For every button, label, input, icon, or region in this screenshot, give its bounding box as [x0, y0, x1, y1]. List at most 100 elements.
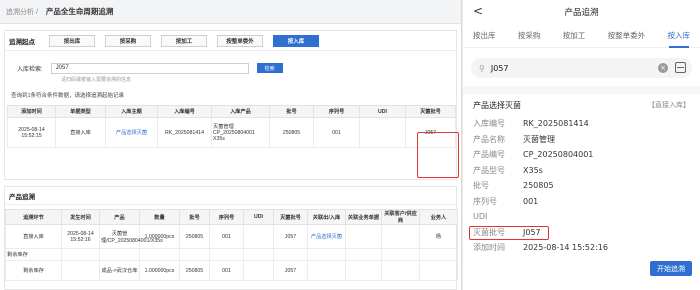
back-icon[interactable]: <: [473, 4, 483, 18]
field-label: 产品型号: [473, 165, 505, 175]
cell-udi: [243, 224, 274, 249]
col-batch: 批号: [179, 209, 210, 225]
top-bar: 追溯分析 / 产品全生命周期追溯: [0, 0, 461, 24]
field-steril-batch: 灭菌批号 J057: [463, 225, 700, 241]
cell-batch: 250805: [179, 260, 210, 281]
field-value: 2025-08-14 15:52:16: [523, 243, 608, 253]
search-button[interactable]: 检索: [256, 63, 283, 73]
mode-button-outbound[interactable]: 按出库: [49, 34, 95, 47]
cell-product: 灭菌管理 CP_20250804001 X35s: [211, 117, 270, 148]
trace-result-block: 产品追溯 追溯环节 发生时间 产品 数量 批号 序列号 UDI 灭菌批号 关联出…: [4, 186, 458, 290]
result-card-title[interactable]: 产品选择灭菌 【直接入库】: [463, 94, 700, 116]
search-row: 入库检索: J057 检索: [5, 61, 456, 75]
field-value: CP_20250804001: [523, 150, 594, 160]
search-label: 入库检索:: [17, 66, 43, 73]
col-product: 入库产品: [211, 105, 270, 118]
trace-start-block: 追溯起点 按出库 按采购 按加工 按整单委外 按入库 入库检索: J057 检索…: [4, 30, 459, 180]
cell-stage: 直接入库: [5, 224, 62, 249]
mobile-panel: < 产品追溯 按出库 按采购 按加工 按整单委外 按入库 ⚲ J057 × 产品…: [463, 0, 700, 290]
tab-outsourcing[interactable]: 按整单委外: [608, 24, 646, 48]
cell-time: [61, 260, 100, 281]
col-serial: 序列号: [313, 105, 360, 118]
col-operator: 业务人: [419, 209, 458, 225]
cell-qty: 1.000000pcs: [139, 224, 180, 249]
trace-start-header: 追溯起点 按出库 按采购 按加工 按整单委外 按入库: [5, 31, 456, 51]
field-label: 产品名称: [473, 134, 505, 144]
mode-button-inbound[interactable]: 按入库: [273, 34, 319, 47]
cell-time: 2025-08-14 15:52:16: [61, 224, 100, 249]
col-udi: UDI: [359, 105, 406, 118]
mode-button-purchase[interactable]: 按采购: [105, 34, 151, 47]
search-input[interactable]: J057: [50, 62, 249, 74]
field-batch: 批号 250805: [463, 178, 700, 194]
trace-result-title: 产品追溯: [5, 187, 456, 205]
col-time: 发生时间: [61, 209, 100, 225]
field-value: X35s: [523, 165, 543, 175]
match-note: 查询到1条符合条件数据，请选择追溯起始记录: [11, 93, 125, 99]
trace-mode-buttons: 按出库 按采购 按加工 按整单委外 按入库: [49, 34, 319, 47]
result-tag: 【直接入库】: [648, 101, 690, 109]
cell-subject-link[interactable]: 产品选择灭菌: [105, 117, 158, 148]
field-udi: UDI: [463, 209, 700, 225]
field-value: 灭菌管理: [523, 134, 555, 144]
mobile-search-input[interactable]: ⚲ J057 ×: [471, 58, 692, 78]
cell-operator: 杨: [419, 224, 458, 249]
col-related-party: 关联客户/供应商: [381, 209, 420, 225]
table-row[interactable]: 剩余库存: [5, 248, 458, 261]
field-label: UDI: [473, 212, 488, 222]
result-fields: 入库编号 RK_2025081414 产品名称 灭菌管理 产品编号 CP_202508…: [463, 116, 700, 256]
search-icon: ⚲: [479, 63, 485, 73]
field-serial: 序列号 001: [463, 194, 700, 210]
desktop-panel: 追溯分析 / 产品全生命周期追溯 追溯起点 按出库 按采购 按加工 按整单委外 …: [0, 0, 462, 290]
cell-doc-type: 直接入库: [55, 117, 106, 148]
col-steril-batch: 灭菌批号: [273, 209, 308, 225]
cell-inbound-no: RK_2025081414: [157, 117, 212, 148]
field-model: 产品型号 X35s: [463, 163, 700, 179]
table-row[interactable]: 剩余库存 成品->武汉仓库 1.000000pcs 250805 001 J05…: [5, 260, 458, 281]
field-add-time: 添加时间 2025-08-14 15:52:16: [463, 240, 700, 256]
cell-product: 成品->武汉仓库: [99, 260, 140, 281]
mobile-title: 产品追溯: [564, 8, 599, 18]
inbound-table: 添加时间 单据类型 入库主题 入库编号 入库产品 批号 序列号 UDI 灭菌批号…: [7, 105, 456, 148]
result-title: 产品选择灭菌: [473, 100, 521, 110]
table-row[interactable]: 2025-08-14 15:52:15 直接入库 产品选择灭菌 RK_20250…: [7, 117, 456, 148]
tab-outbound[interactable]: 按出库: [473, 24, 496, 48]
page: 追溯分析 / 产品全生命周期追溯 追溯起点 按出库 按采购 按加工 按整单委外 …: [0, 0, 700, 290]
col-serial: 序列号: [209, 209, 244, 225]
mobile-search-value: J057: [490, 63, 509, 73]
tab-purchase[interactable]: 按采购: [518, 24, 541, 48]
col-related-io: 关联出/入库: [307, 209, 346, 225]
field-value: RK_2025081414: [523, 119, 589, 129]
cell-product: 灭菌管理/CP_20250804001/X35s: [99, 224, 163, 249]
divider: [463, 86, 700, 94]
field-value: 250805: [523, 181, 554, 191]
scan-icon[interactable]: [675, 62, 686, 73]
table-row[interactable]: 直接入库 2025-08-14 15:52:16 灭菌管理/CP_2025080…: [5, 224, 458, 249]
mode-button-outsourcing[interactable]: 按整单委外: [217, 34, 263, 47]
field-inbound-no: 入库编号 RK_2025081414: [463, 116, 700, 132]
field-value: 001: [523, 196, 539, 206]
breadcrumb[interactable]: 追溯分析 /: [6, 7, 38, 17]
col-product: 产品: [99, 209, 140, 225]
start-trace-button[interactable]: 开始追溯: [650, 261, 692, 276]
trace-table-header: 追溯环节 发生时间 产品 数量 批号 序列号 UDI 灭菌批号 关联出/入库 关…: [5, 209, 458, 225]
tab-inbound[interactable]: 按入库: [668, 24, 690, 48]
field-product-no: 产品编号 CP_20250804001: [463, 147, 700, 163]
col-related-doc: 关联业务单据: [345, 209, 382, 225]
cell-serial: 001: [209, 260, 244, 281]
clear-icon[interactable]: ×: [658, 63, 668, 73]
cell-related-io-link[interactable]: 产品选择灭菌: [307, 224, 346, 249]
inbound-table-header: 添加时间 单据类型 入库主题 入库编号 入库产品 批号 序列号 UDI 灭菌批号: [7, 105, 456, 118]
tab-process[interactable]: 按加工: [563, 24, 586, 48]
cell-batch: 250805: [269, 117, 314, 148]
cell-related-party: [381, 224, 420, 249]
col-inbound-no: 入库编号: [157, 105, 212, 118]
field-label: 入库编号: [473, 119, 505, 129]
page-title: 产品全生命周期追溯: [45, 7, 114, 16]
highlight-steril-batch-column: [417, 132, 459, 178]
cell-stage: 剩余库存: [5, 260, 62, 281]
cell-steril-batch: J057: [273, 224, 308, 249]
col-subject: 入库主题: [105, 105, 158, 118]
mode-button-process[interactable]: 按加工: [161, 34, 207, 47]
field-label: 添加时间: [473, 243, 505, 253]
